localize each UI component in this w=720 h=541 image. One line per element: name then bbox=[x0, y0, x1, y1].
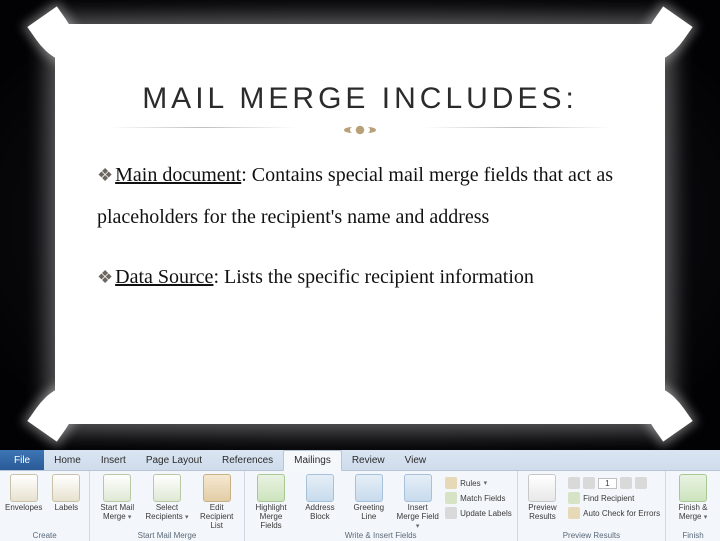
tab-home[interactable]: Home bbox=[44, 450, 91, 470]
select-recipients-icon bbox=[153, 474, 181, 502]
ribbon-groups: Envelopes Labels Create Start Mail Merge… bbox=[0, 471, 720, 541]
ribbon-tabs: File Home Insert Page Layout References … bbox=[0, 450, 720, 471]
nav-prev-icon bbox=[583, 477, 595, 489]
match-fields-icon bbox=[445, 492, 457, 504]
bullet-text: : Lists the specific recipient informati… bbox=[213, 266, 533, 288]
insert-merge-field-icon bbox=[404, 474, 432, 502]
labels-button[interactable]: Labels bbox=[48, 474, 84, 513]
group-label: Preview Results bbox=[523, 530, 660, 540]
nav-first-icon bbox=[568, 477, 580, 489]
group-label: Create bbox=[5, 530, 84, 540]
diamond-bullet-icon: ❖ bbox=[97, 165, 113, 185]
tab-file[interactable]: File bbox=[0, 450, 44, 470]
edit-recipient-list-icon bbox=[203, 474, 231, 502]
slide-background: MAIL MERGE INCLUDES: ❖Main document: Con… bbox=[0, 0, 720, 450]
slide-content: MAIL MERGE INCLUDES: ❖Main document: Con… bbox=[97, 82, 623, 316]
chevron-down-icon: ▾ bbox=[128, 514, 132, 521]
highlight-icon bbox=[257, 474, 285, 502]
insert-merge-field-button[interactable]: Insert Merge Field ▾ bbox=[396, 474, 439, 530]
chevron-down-icon: ▾ bbox=[416, 523, 420, 530]
auto-check-errors-button[interactable]: Auto Check for Errors bbox=[568, 506, 660, 520]
group-label: Write & Insert Fields bbox=[250, 530, 512, 540]
chevron-down-icon: ▾ bbox=[185, 514, 189, 521]
bullet-term: Data Source bbox=[115, 266, 213, 288]
bullet-item: ❖Data Source: Lists the specific recipie… bbox=[97, 256, 623, 298]
record-nav[interactable]: 1 bbox=[568, 476, 660, 490]
chevron-down-icon: ▾ bbox=[704, 514, 708, 521]
title-divider bbox=[97, 122, 623, 132]
group-create: Envelopes Labels Create bbox=[0, 471, 90, 541]
find-recipient-icon bbox=[568, 492, 580, 504]
select-recipients-button[interactable]: Select Recipients ▾ bbox=[145, 474, 189, 522]
edit-recipient-list-button[interactable]: Edit Recipient List bbox=[195, 474, 239, 530]
group-write-insert-fields: Highlight Merge Fields Address Block Gre… bbox=[245, 471, 518, 541]
address-block-button[interactable]: Address Block bbox=[298, 474, 341, 522]
tab-mailings[interactable]: Mailings bbox=[283, 450, 342, 471]
group-start-mail-merge: Start Mail Merge ▾ Select Recipients ▾ E… bbox=[90, 471, 244, 541]
highlight-merge-fields-button[interactable]: Highlight Merge Fields bbox=[250, 474, 293, 530]
diamond-bullet-icon: ❖ bbox=[97, 267, 113, 287]
ornate-frame: MAIL MERGE INCLUDES: ❖Main document: Con… bbox=[55, 24, 665, 424]
group-label: Finish bbox=[671, 530, 715, 540]
update-labels-icon bbox=[445, 507, 457, 519]
chevron-down-icon: ▾ bbox=[484, 479, 488, 487]
find-recipient-button[interactable]: Find Recipient bbox=[568, 491, 660, 505]
tab-references[interactable]: References bbox=[212, 450, 283, 470]
nav-next-icon bbox=[620, 477, 632, 489]
envelopes-button[interactable]: Envelopes bbox=[5, 474, 42, 513]
labels-icon bbox=[52, 474, 80, 502]
bullet-term: Main document bbox=[115, 164, 241, 186]
finish-merge-icon bbox=[679, 474, 707, 502]
auto-check-icon bbox=[568, 507, 580, 519]
greeting-line-button[interactable]: Greeting Line bbox=[347, 474, 390, 522]
group-label: Start Mail Merge bbox=[95, 530, 238, 540]
greeting-line-icon bbox=[355, 474, 383, 502]
group-preview-results: Preview Results 1 Find Recipient Auto Ch… bbox=[518, 471, 666, 541]
tab-view[interactable]: View bbox=[395, 450, 437, 470]
finish-merge-button[interactable]: Finish & Merge ▾ bbox=[671, 474, 715, 522]
update-labels-button[interactable]: Update Labels bbox=[445, 506, 512, 520]
bullet-item: ❖Main document: Contains special mail me… bbox=[97, 154, 623, 238]
preview-results-button[interactable]: Preview Results bbox=[523, 474, 562, 522]
start-mail-merge-button[interactable]: Start Mail Merge ▾ bbox=[95, 474, 139, 522]
rules-button[interactable]: Rules ▾ bbox=[445, 476, 512, 490]
word-ribbon: File Home Insert Page Layout References … bbox=[0, 450, 720, 540]
slide-title: MAIL MERGE INCLUDES: bbox=[97, 82, 623, 116]
match-fields-button[interactable]: Match Fields bbox=[445, 491, 512, 505]
start-mail-merge-icon bbox=[103, 474, 131, 502]
group-finish: Finish & Merge ▾ Finish bbox=[666, 471, 720, 541]
envelope-icon bbox=[10, 474, 38, 502]
nav-last-icon bbox=[635, 477, 647, 489]
tab-insert[interactable]: Insert bbox=[91, 450, 136, 470]
address-block-icon bbox=[306, 474, 334, 502]
preview-results-icon bbox=[528, 474, 556, 502]
rules-icon bbox=[445, 477, 457, 489]
tab-page-layout[interactable]: Page Layout bbox=[136, 450, 212, 470]
bullet-list: ❖Main document: Contains special mail me… bbox=[97, 154, 623, 298]
tab-review[interactable]: Review bbox=[342, 450, 395, 470]
record-number: 1 bbox=[598, 478, 616, 489]
